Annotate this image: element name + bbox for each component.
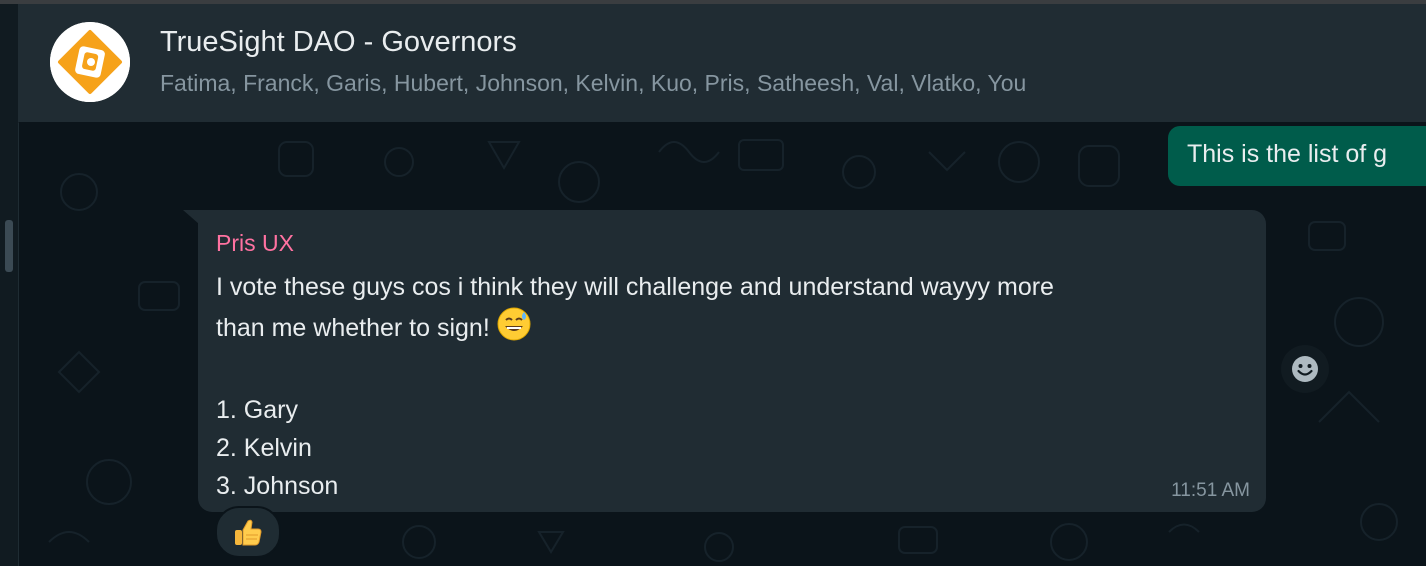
smiley-icon xyxy=(1292,356,1318,382)
vote-list-item: 1. Gary xyxy=(216,396,298,424)
thumbs-up-icon xyxy=(235,519,262,546)
truesight-logo-icon xyxy=(50,22,130,102)
bubble-tail xyxy=(183,210,199,224)
message-line: than me whether to sign! xyxy=(216,306,1236,353)
message-reaction[interactable] xyxy=(215,506,281,558)
message-pane[interactable]: This is the list of g Pris UX I vote the… xyxy=(19,122,1426,566)
message-line-text: than me whether to sign! xyxy=(216,314,490,342)
vote-list-item: 2. Kelvin xyxy=(216,434,312,462)
grinning-face-with-sweat-icon xyxy=(496,306,532,353)
scrollbar-thumb[interactable] xyxy=(5,220,13,272)
group-title[interactable]: TrueSight DAO - Governors xyxy=(160,26,517,59)
emoji-react-button[interactable] xyxy=(1281,345,1329,393)
message-body: I vote these guys cos i think they will … xyxy=(216,268,1236,505)
incoming-message-bubble[interactable]: Pris UX I vote these guys cos i think th… xyxy=(198,210,1266,512)
sender-name[interactable]: Pris UX xyxy=(216,230,294,257)
outgoing-message-text: This is the list of g xyxy=(1187,140,1388,168)
chat-header[interactable]: TrueSight DAO - Governors Fatima, Franck… xyxy=(18,4,1426,123)
outgoing-message-bubble[interactable]: This is the list of g xyxy=(1168,126,1426,186)
message-timestamp: 11:51 AM xyxy=(1171,480,1250,501)
chat-list-edge xyxy=(0,4,19,566)
group-members-list[interactable]: Fatima, Franck, Garis, Hubert, Johnson, … xyxy=(160,70,1026,97)
group-avatar[interactable] xyxy=(50,22,130,102)
vote-list-item: 3. Johnson xyxy=(216,472,339,500)
whatsapp-chat-window: TrueSight DAO - Governors Fatima, Franck… xyxy=(0,0,1426,566)
message-line: I vote these guys cos i think they will … xyxy=(216,273,1054,301)
